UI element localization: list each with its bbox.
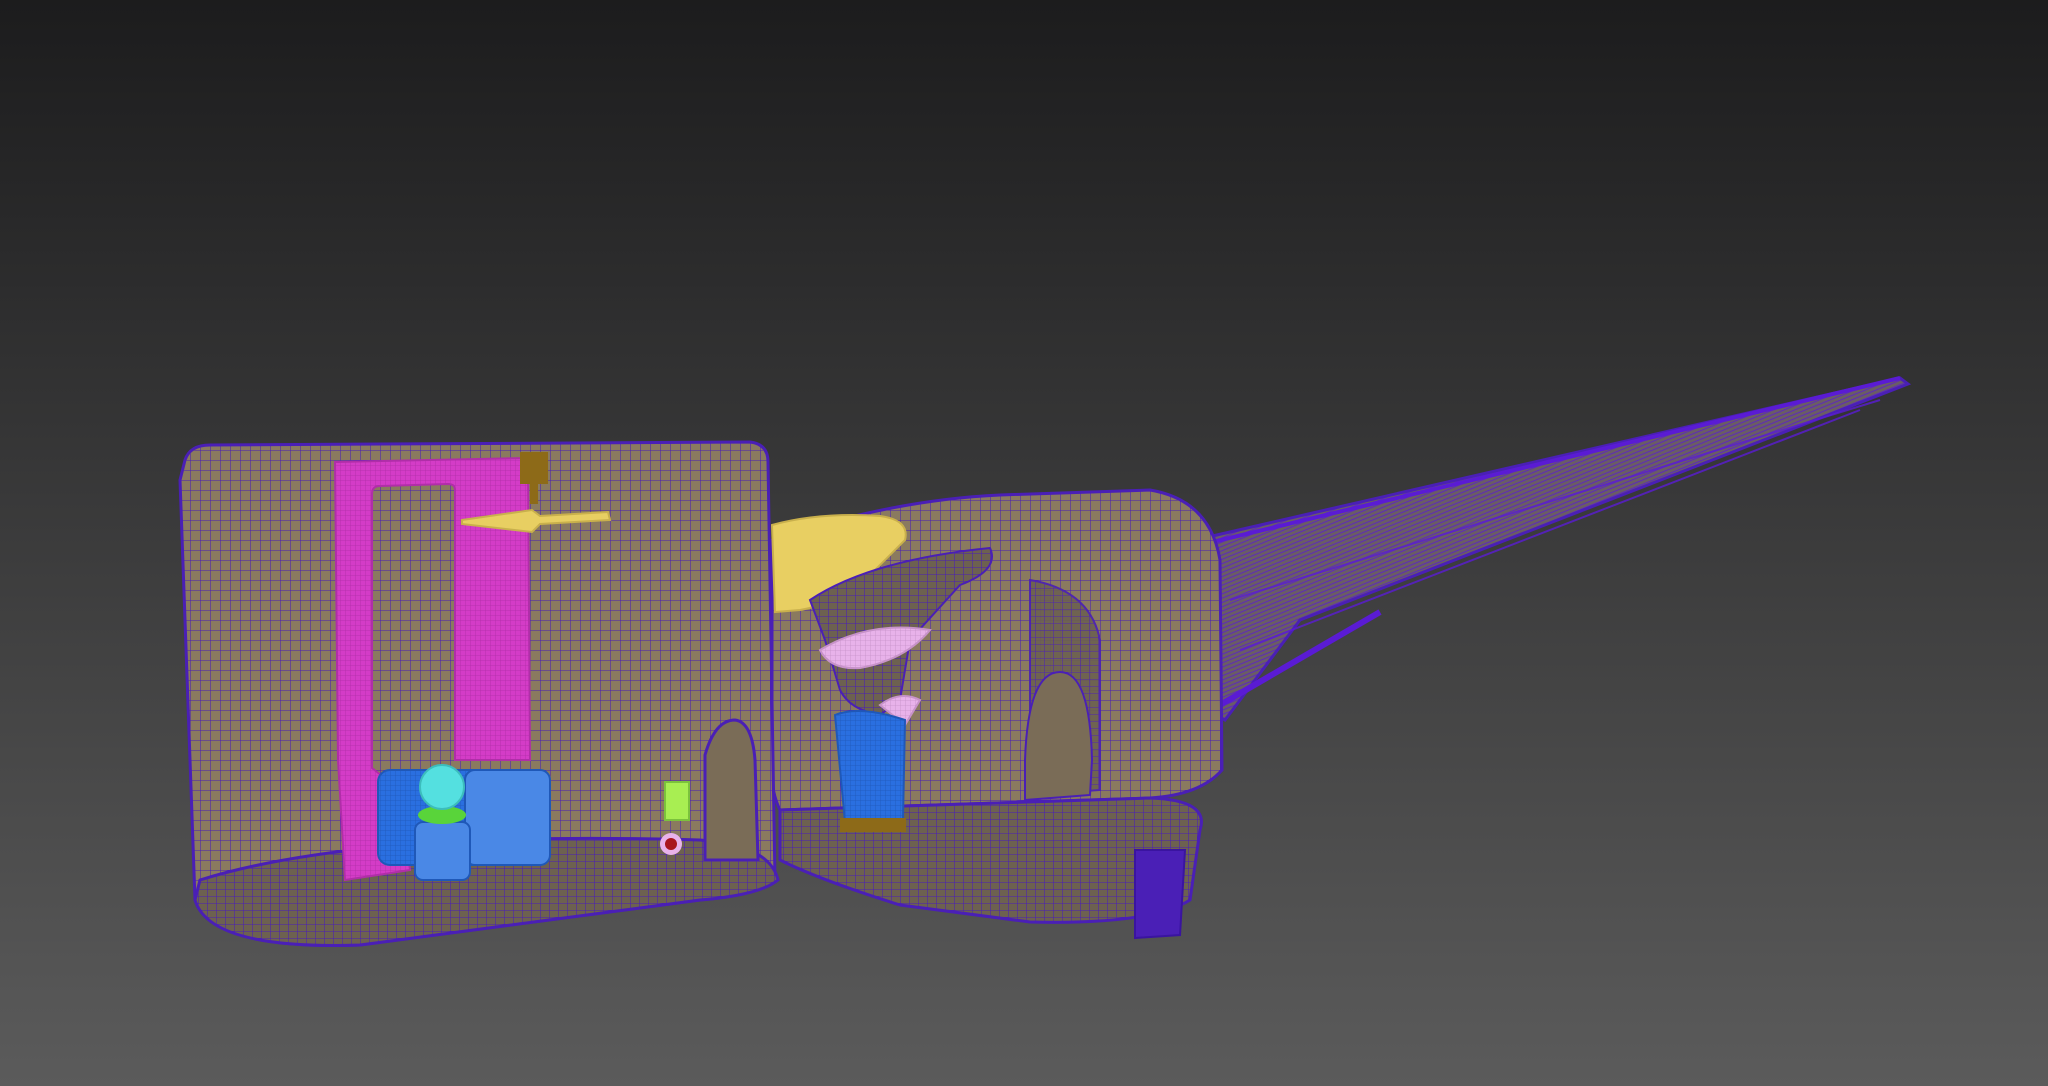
spike-mesh[interactable] [1188, 376, 1912, 722]
viewport-3d[interactable] [0, 0, 2048, 1086]
vase-mesh[interactable] [414, 764, 471, 881]
light-switch[interactable] [664, 781, 690, 821]
scene-canvas[interactable] [0, 0, 2048, 1086]
outlet-button[interactable] [660, 833, 682, 855]
pillar-mesh[interactable] [833, 710, 907, 832]
